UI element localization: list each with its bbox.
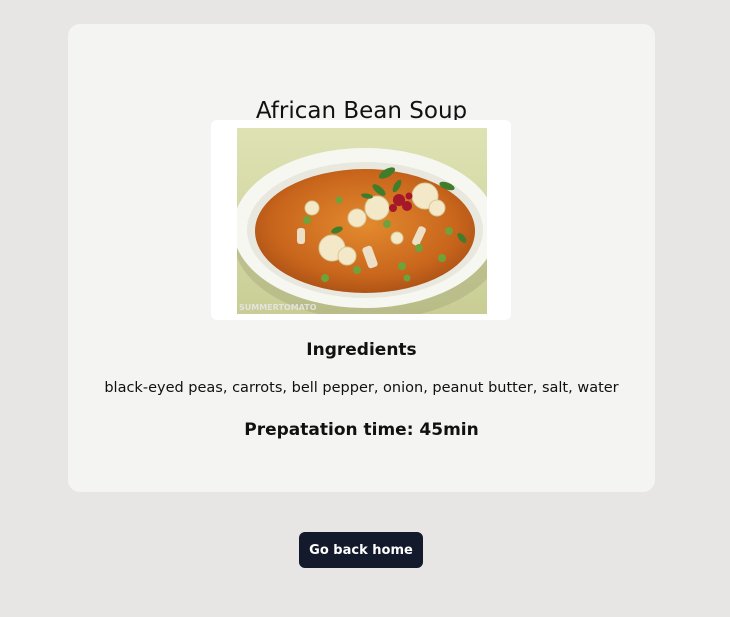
ingredients-list: black-eyed peas, carrots, bell pepper, o… <box>104 380 619 396</box>
recipe-card: African Bean Soup SUMMERTOMATO Ingredien… <box>68 24 655 492</box>
watermark-text: SUMMERTOMATO <box>239 303 317 312</box>
ingredients-heading: Ingredients <box>306 340 417 360</box>
recipe-image: SUMMERTOMATO <box>237 128 487 314</box>
preparation-time: Prepatation time: 45min <box>244 420 479 440</box>
recipe-image-frame: SUMMERTOMATO <box>211 120 511 320</box>
go-back-home-button[interactable]: Go back home <box>299 532 423 568</box>
